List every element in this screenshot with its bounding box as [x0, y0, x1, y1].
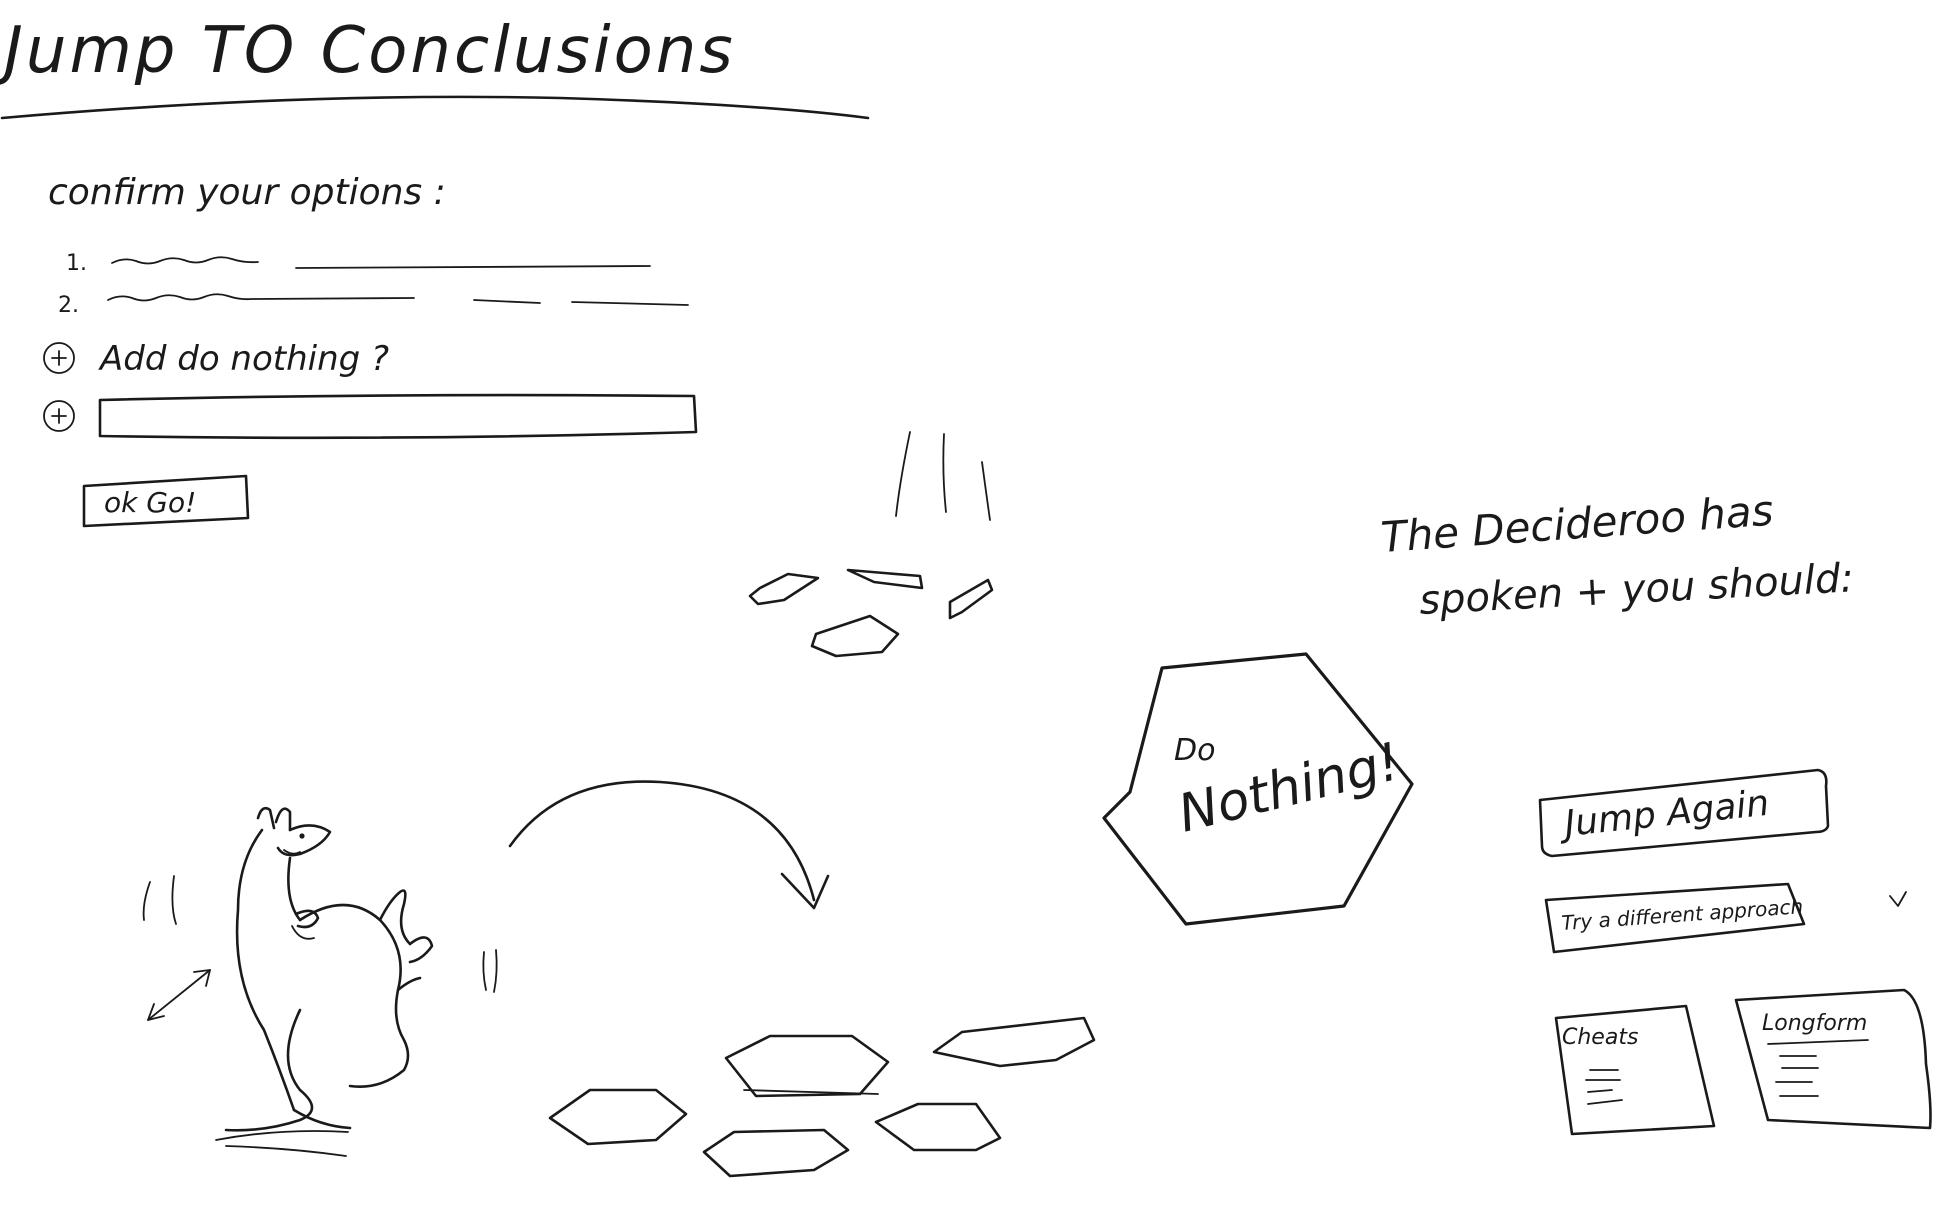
option-1-line-b: [295, 265, 651, 269]
chevron-down-icon: [1889, 891, 1907, 907]
landed-hexagon-underline: [743, 1089, 879, 1095]
motion-lines-top: [895, 431, 991, 521]
landed-hexagon-3: [548, 1088, 688, 1146]
decision-intro-line-1: The Decideroo has: [1379, 486, 1775, 562]
add-circle-icon: [43, 342, 75, 374]
decision-intro-line-2: spoken + you should:: [1418, 555, 1855, 624]
falling-hexagon-4: [810, 614, 900, 658]
add-option-button[interactable]: [43, 400, 75, 432]
landed-hexagon-4: [702, 1128, 850, 1178]
add-do-nothing-toggle[interactable]: Add do nothing ?: [43, 339, 389, 379]
card-cheats[interactable]: Cheats: [1554, 1004, 1716, 1136]
card-longform[interactable]: Longform: [1734, 988, 1932, 1130]
go-button[interactable]: ok Go!: [82, 474, 250, 528]
try-different-approach-select[interactable]: Try a different approach: [1544, 882, 1907, 954]
page-title: Jump TO Conclusions: [0, 14, 736, 88]
falling-hexagon-2: [846, 568, 924, 590]
add-do-nothing-label: Add do nothing ?: [98, 339, 389, 379]
add-circle-icon: [43, 400, 75, 432]
jump-again-label: Jump Again: [1557, 783, 1771, 846]
go-button-label: ok Go!: [104, 486, 196, 519]
jump-again-button[interactable]: Jump Again: [1538, 768, 1830, 858]
option-2-line-b: [473, 299, 541, 304]
card-longform-title: Longform: [1762, 1011, 1867, 1036]
option-1-line: [111, 256, 259, 265]
card-cheats-title: Cheats: [1562, 1025, 1638, 1050]
landed-hexagon-2: [932, 1016, 1096, 1068]
landed-hexagon-5: [874, 1102, 1002, 1152]
landed-hexagon-1: [724, 1034, 890, 1098]
option-number-2: 2.: [58, 293, 79, 318]
option-2-line-c: [571, 301, 689, 306]
new-option-input[interactable]: [98, 393, 698, 440]
sketch-surface: Jump TO Conclusions confirm your options…: [0, 14, 1932, 1178]
result-hexagon-line-1: Do: [1174, 733, 1215, 768]
title-underline: [0, 95, 870, 120]
option-number-1: 1.: [66, 251, 87, 276]
falling-hexagon-3: [948, 578, 994, 620]
option-2-line: [107, 293, 415, 302]
kangaroo-illustration: [142, 806, 498, 1157]
options-heading: confirm your options :: [48, 172, 446, 213]
jump-arc-arrowhead: [780, 872, 830, 910]
whiteboard-canvas: Jump TO Conclusions confirm your options…: [0, 0, 1941, 1225]
falling-hexagon-1: [748, 572, 820, 606]
jump-arc-arrow: [508, 780, 816, 902]
